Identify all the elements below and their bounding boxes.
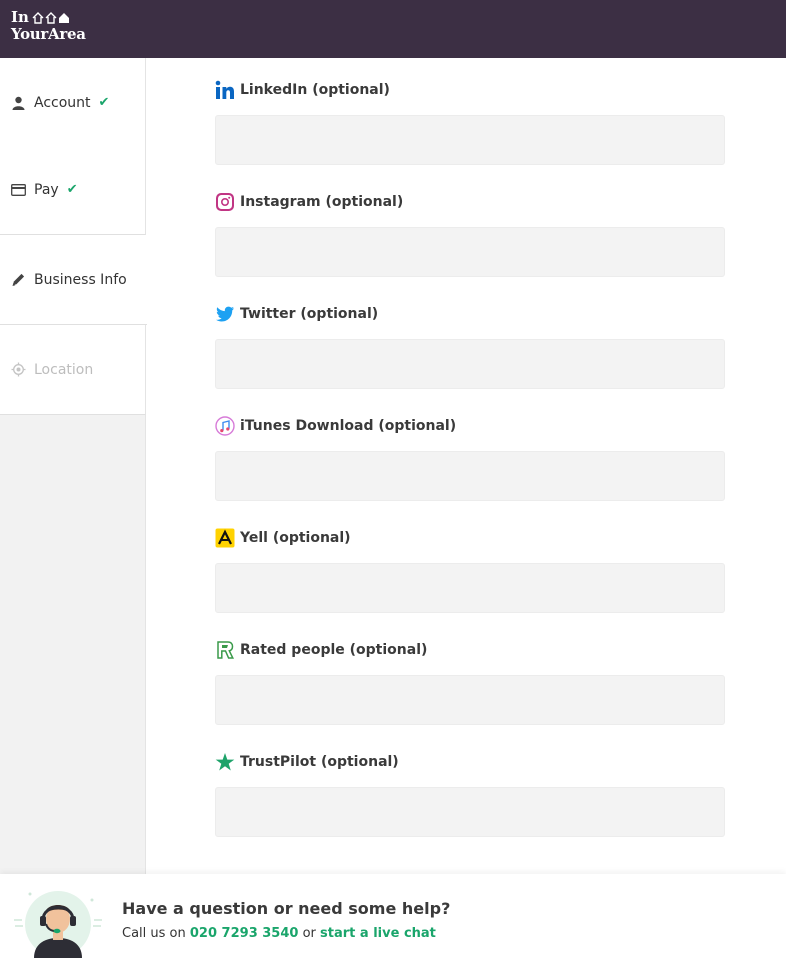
sidebar-item-label: Pay <box>34 181 59 198</box>
help-prefix: Call us on <box>122 926 186 941</box>
yell-label: Yell (optional) <box>240 530 351 546</box>
location-target-icon <box>11 362 26 377</box>
rated-people-field: Rated people (optional) <box>215 639 725 725</box>
sidebar-item-business-info[interactable]: Business Info <box>0 235 147 325</box>
check-icon: ✔ <box>66 182 78 197</box>
rated-people-input[interactable] <box>215 675 725 725</box>
logo-text-in: In <box>11 8 29 26</box>
instagram-field: Instagram (optional) <box>215 191 725 277</box>
credit-card-icon <box>11 182 26 197</box>
itunes-field: iTunes Download (optional) <box>215 415 725 501</box>
support-agent-avatar <box>10 886 106 958</box>
live-chat-link[interactable]: start a live chat <box>320 926 436 941</box>
logo-text-yourarea: YourArea <box>11 25 86 43</box>
yell-field: Yell (optional) <box>215 527 725 613</box>
houses-icon <box>32 11 70 24</box>
check-icon: ✔ <box>98 95 110 110</box>
inyourarea-logo[interactable]: In YourArea <box>11 9 86 43</box>
rated-people-label: Rated people (optional) <box>240 642 428 658</box>
twitter-input[interactable] <box>215 339 725 389</box>
instagram-input[interactable] <box>215 227 725 277</box>
help-or: or <box>302 926 316 941</box>
itunes-input[interactable] <box>215 451 725 501</box>
itunes-label: iTunes Download (optional) <box>240 418 457 434</box>
sidebar-item-label: Account <box>34 94 91 111</box>
pencil-icon <box>11 272 26 287</box>
twitter-field: Twitter (optional) <box>215 303 725 389</box>
linkedin-label: LinkedIn (optional) <box>240 82 390 98</box>
trustpilot-label: TrustPilot (optional) <box>240 754 399 770</box>
linkedin-icon <box>215 80 235 100</box>
yell-icon <box>215 528 235 548</box>
top-bar: In YourArea <box>0 0 786 58</box>
linkedin-field: LinkedIn (optional) <box>215 79 725 165</box>
trustpilot-input[interactable] <box>215 787 725 837</box>
business-info-form: LinkedIn (optional) Instagram (optional)… <box>147 58 786 962</box>
help-title: Have a question or need some help? <box>122 899 451 918</box>
twitter-label: Twitter (optional) <box>240 306 379 322</box>
sidebar-item-label: Location <box>34 361 94 378</box>
user-icon <box>11 95 26 110</box>
instagram-label: Instagram (optional) <box>240 194 404 210</box>
help-bar: Have a question or need some help? Call … <box>0 874 786 962</box>
sidebar-item-label: Business Info <box>34 271 127 288</box>
trustpilot-field: TrustPilot (optional) <box>215 751 725 837</box>
trustpilot-icon <box>215 752 235 772</box>
itunes-icon <box>215 416 235 436</box>
sidebar-item-account[interactable]: Account ✔ <box>0 58 146 148</box>
sidebar-item-pay[interactable]: Pay ✔ <box>0 145 146 235</box>
sidebar-item-location: Location <box>0 325 146 415</box>
help-contact-line: Call us on 020 7293 3540 or start a live… <box>122 926 436 941</box>
instagram-icon <box>215 192 235 212</box>
rated-people-icon <box>215 640 235 660</box>
help-phone-link[interactable]: 020 7293 3540 <box>190 926 299 941</box>
linkedin-input[interactable] <box>215 115 725 165</box>
yell-input[interactable] <box>215 563 725 613</box>
twitter-icon <box>215 304 235 324</box>
sidebar: Account ✔ Pay ✔ Business Info Location <box>0 58 147 962</box>
